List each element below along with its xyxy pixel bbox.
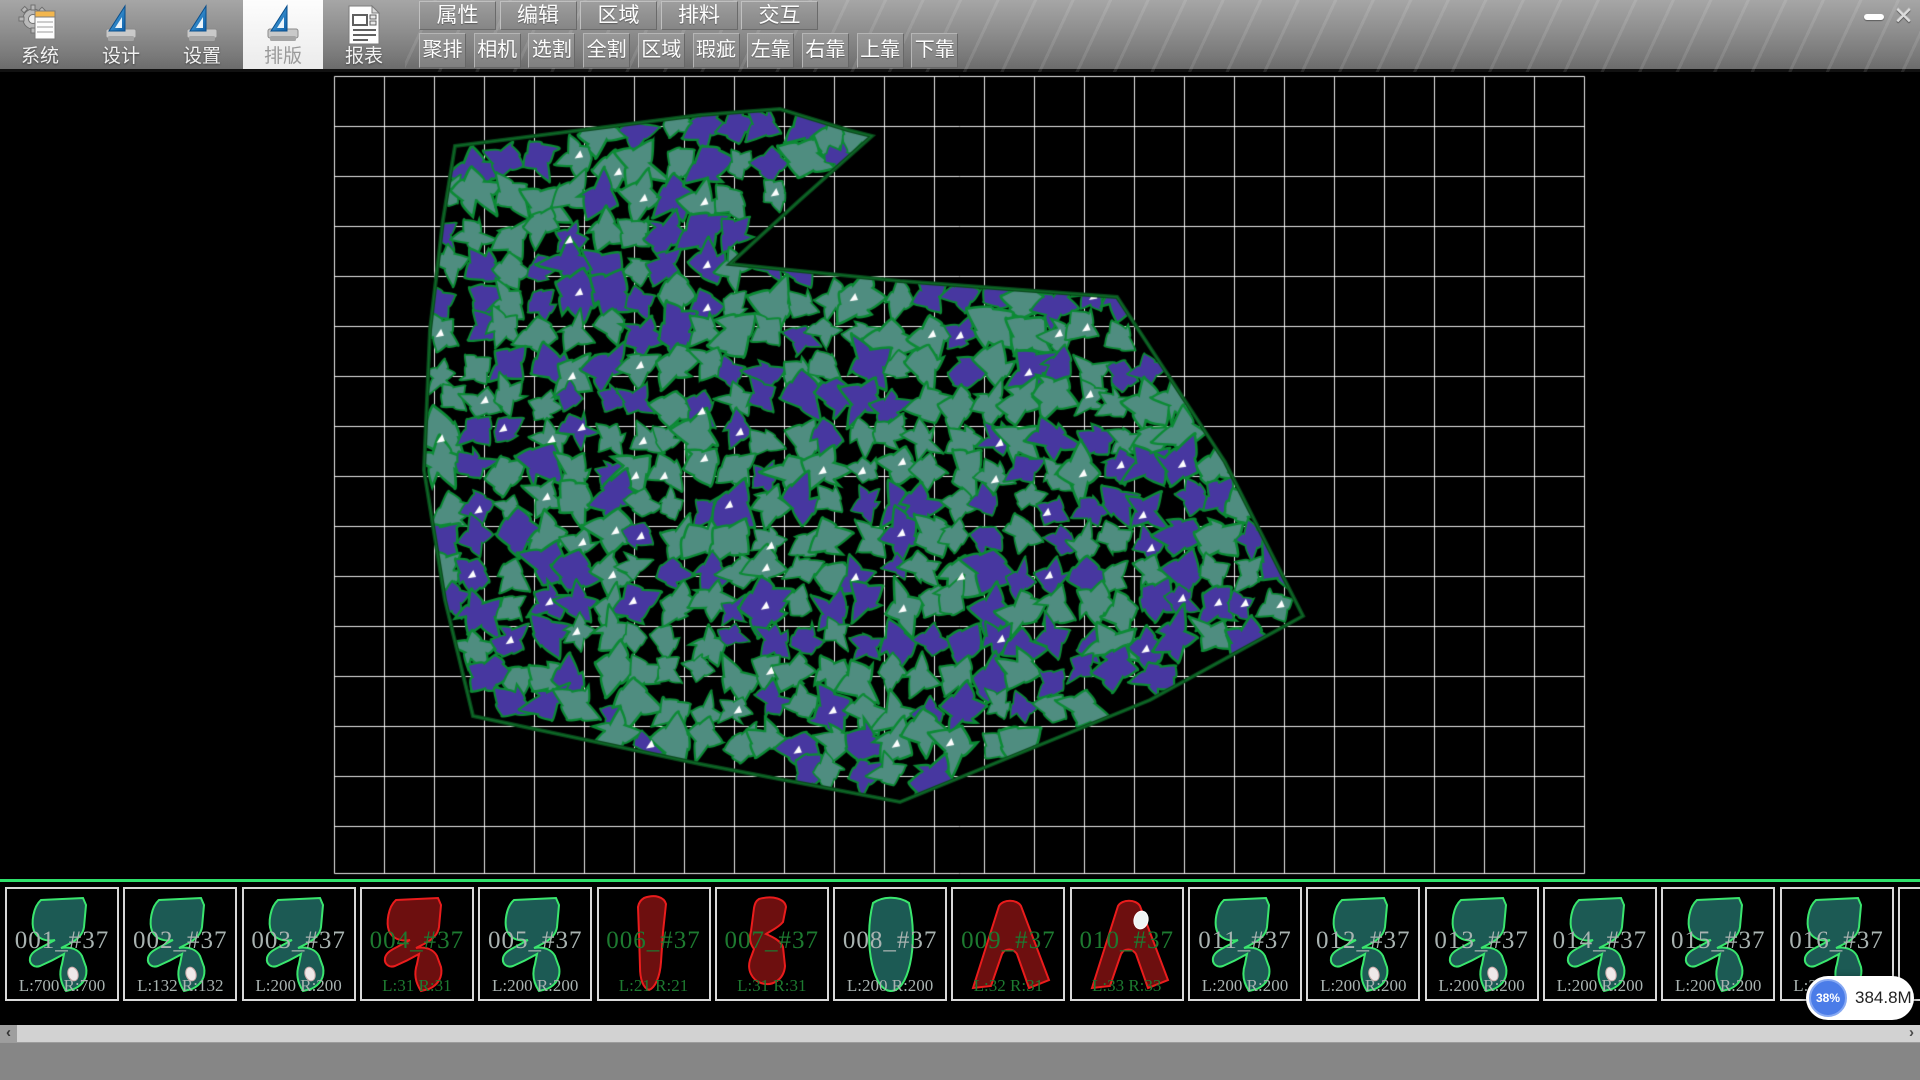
close-button[interactable]: ✕ [1890, 4, 1917, 30]
piece-lr-count: L:21 R:21 [599, 976, 709, 996]
piece-thumbnail-strip: 001_#37 L:700 R:700 002_#37 L:132 R:132 003_… [0, 886, 1920, 1006]
tool-button-1[interactable]: 聚排 [419, 33, 466, 68]
ruler-icon [180, 3, 224, 47]
scroll-left-button[interactable]: ‹ [0, 1025, 17, 1042]
nesting-canvas[interactable] [0, 72, 1920, 878]
toolbar-button-label: 排版 [264, 47, 302, 67]
piece-thumbnail-001_#37[interactable]: 001_#37 L:700 R:700 [5, 887, 119, 1001]
piece-thumbnail-011_#37[interactable]: 011_#37 L:200 R:200 [1188, 887, 1302, 1001]
piece-lr-count: L:200 R:200 [835, 976, 945, 996]
tool-button-2[interactable]: 相机 [474, 33, 521, 68]
minimize-icon [1864, 14, 1884, 20]
piece-name: 015_#37 [1663, 927, 1773, 955]
piece-name: 007_#37 [717, 927, 827, 955]
toolbar-button-label: 设置 [183, 47, 221, 67]
piece-thumbnail-005_#37[interactable]: 005_#37 L:200 R:200 [478, 887, 592, 1001]
piece-lr-count: L:200 R:200 [1308, 976, 1418, 996]
tool-button-6[interactable]: 瑕疵 [693, 33, 740, 68]
memory-badge: 38% 384.8M [1806, 976, 1914, 1020]
piece-lr-count: L:31 R:31 [717, 976, 827, 996]
piece-thumbnail-002_#37[interactable]: 002_#37 L:132 R:132 [123, 887, 237, 1001]
minimize-button[interactable] [1860, 4, 1887, 30]
piece-thumbnail-012_#37[interactable]: 012_#37 L:200 R:200 [1306, 887, 1420, 1001]
tool-button-7[interactable]: 左靠 [747, 33, 794, 68]
piece-thumbnail-009_#37[interactable]: 009_#37 L:32 R:31 [951, 887, 1065, 1001]
piece-name: 008_#37 [835, 927, 945, 955]
piece-lr-count: L:32 R:31 [953, 976, 1063, 996]
toolbar-button-label: 报表 [345, 47, 383, 67]
toolbar-button-3[interactable]: 设置 [162, 0, 242, 69]
piece-thumbnail-008_#37[interactable]: 008_#37 L:200 R:200 [833, 887, 947, 1001]
piece-lr-count: L:132 R:132 [125, 976, 235, 996]
tool-button-10[interactable]: 下靠 [911, 33, 958, 68]
piece-lr-count: L:200 R:200 [244, 976, 354, 996]
piece-name: 001_#37 [7, 927, 117, 955]
piece-lr-count: L:31 R:31 [362, 976, 472, 996]
piece-name: 010_#37 [1072, 927, 1182, 955]
piece-thumbnail-010_#37[interactable]: 010_#37 L:33 R:33 [1070, 887, 1184, 1001]
piece-name: 016_#37 [1782, 927, 1892, 955]
scroll-right-button[interactable]: › [1903, 1025, 1920, 1042]
menu-tab-1[interactable]: 属性 [419, 1, 496, 30]
piece-lr-count: L:200 R:200 [480, 976, 590, 996]
menu-tab-4[interactable]: 排料 [661, 1, 738, 30]
piece-name: 009_#37 [953, 927, 1063, 955]
piece-name: 002_#37 [125, 927, 235, 955]
menu-tab-2[interactable]: 编辑 [500, 1, 577, 30]
piece-lr-count: L:700 R:700 [7, 976, 117, 996]
toolbar: 系统 设计 设置 排版 报表 属性编辑区域排料交互 聚排相机选割全割区域瑕疵左靠… [0, 0, 1920, 72]
piece-name: 012_#37 [1308, 927, 1418, 955]
status-bar [0, 1042, 1920, 1080]
progress-circle: 38% [1809, 979, 1847, 1017]
piece-lr-count: L:200 R:200 [1427, 976, 1537, 996]
ruler-icon [99, 3, 143, 47]
piece-thumbnail-003_#37[interactable]: 003_#37 L:200 R:200 [242, 887, 356, 1001]
piece-name: 011_#37 [1190, 927, 1300, 955]
toolbar-button-label: 系统 [21, 47, 59, 67]
piece-thumbnail-014_#37[interactable]: 014_#37 L:200 R:200 [1543, 887, 1657, 1001]
horizontal-scrollbar[interactable]: ‹ › [0, 1025, 1920, 1042]
memory-size-label: 384.8M [1855, 988, 1912, 1008]
toolbar-button-5[interactable]: 报表 [324, 0, 404, 69]
piece-name: 003_#37 [244, 927, 354, 955]
tool-button-4[interactable]: 全割 [583, 33, 630, 68]
tool-button-9[interactable]: 上靠 [857, 33, 904, 68]
piece-lr-count: L:200 R:200 [1190, 976, 1300, 996]
piece-lr-count: L:33 R:33 [1072, 976, 1182, 996]
toolbar-button-4[interactable]: 排版 [243, 0, 323, 69]
piece-thumbnail-015_#37[interactable]: 015_#37 L:200 R:200 [1661, 887, 1775, 1001]
piece-name: 014_#37 [1545, 927, 1655, 955]
piece-name: 005_#37 [480, 927, 590, 955]
report-icon [342, 3, 386, 47]
piece-name: 013_#37 [1427, 927, 1537, 955]
piece-shape [1906, 891, 1920, 997]
toolbar-button-label: 设计 [102, 47, 140, 67]
piece-thumbnail-013_#37[interactable]: 013_#37 L:200 R:200 [1425, 887, 1539, 1001]
ruler-icon [261, 3, 305, 47]
piece-lr-count: L:200 R:200 [1663, 976, 1773, 996]
gear-doc-icon [18, 3, 62, 47]
menu-tab-3[interactable]: 区域 [580, 1, 657, 30]
piece-thumbnail-006_#37[interactable]: 006_#37 L:21 R:21 [597, 887, 711, 1001]
piece-thumbnail-007_#37[interactable]: 007_#37 L:31 R:31 [715, 887, 829, 1001]
tool-button-3[interactable]: 选割 [528, 33, 575, 68]
close-icon: ✕ [1893, 5, 1913, 29]
piece-thumbnail-004_#37[interactable]: 004_#37 L:31 R:31 [360, 887, 474, 1001]
strip-separator [0, 879, 1920, 882]
tool-button-8[interactable]: 右靠 [802, 33, 849, 68]
piece-lr-count: L:200 R:200 [1545, 976, 1655, 996]
piece-name: 004_#37 [362, 927, 472, 955]
menu-tab-5[interactable]: 交互 [741, 1, 818, 30]
toolbar-button-1[interactable]: 系统 [0, 0, 80, 69]
toolbar-button-2[interactable]: 设计 [81, 0, 161, 69]
piece-name: 006_#37 [599, 927, 709, 955]
tool-button-5[interactable]: 区域 [638, 33, 685, 68]
